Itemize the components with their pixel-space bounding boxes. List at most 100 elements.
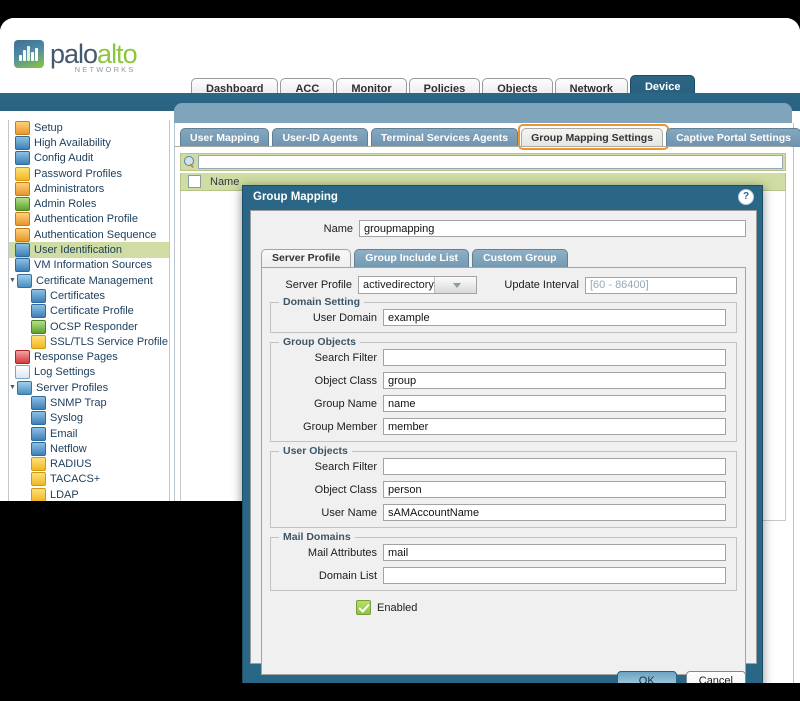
field-row: Mail Attributes [281,544,726,561]
sidebar-item-radius[interactable]: RADIUS [9,457,169,472]
inner-tab-terminal-services-agents[interactable]: Terminal Services Agents [370,128,519,147]
ok-button[interactable]: OK [616,670,677,683]
sidebar-item-response-pages[interactable]: Response Pages [9,349,169,365]
sidebar-item-ssl-tls-service-profile[interactable]: SSL/TLS Service Profile [9,334,169,349]
sidebar-item-label: Syslog [50,412,84,425]
user-identification-tabs[interactable]: User Mapping User-ID Agents Terminal Servi… [174,124,800,150]
device-sidebar-nav[interactable]: Setup High Availability Config Audit Passwo… [8,120,170,531]
certificate-management-icon [17,273,32,288]
field-input[interactable] [383,349,726,366]
update-interval-input[interactable] [585,276,737,294]
sidebar-item-label: Authentication Profile [34,213,138,226]
sidebar-item-tacacs-[interactable]: TACACS+ [9,472,169,487]
tacacs-icon [31,472,46,487]
mail-domains-legend: Mail Domains [279,531,355,543]
inner-tab-group-mapping-settings[interactable]: Group Mapping Settings [521,128,664,147]
sidebar-item-certificate-management[interactable]: ▼ Certificate Management [9,273,169,288]
sidebar-item-vm-information-sources[interactable]: VM Information Sources [9,258,169,273]
help-icon[interactable]: ? [738,189,754,205]
field-input[interactable] [383,458,726,475]
sidebar-item-password-profiles[interactable]: Password Profiles [9,166,169,181]
field-label: Domain List [318,569,377,582]
expander-triangle-icon[interactable]: ▼ [9,277,17,284]
field-input[interactable] [383,481,726,498]
inner-tab-user-mapping[interactable]: User Mapping [180,128,270,147]
sidebar-item-setup[interactable]: Setup [9,120,169,135]
inner-tab-user-id-agents[interactable]: User-ID Agents [272,128,368,147]
sidebar-item-snmp-trap[interactable]: SNMP Trap [9,395,169,410]
sidebar-item-label: Server Profiles [36,381,109,394]
field-input[interactable] [383,544,726,561]
sidebar-item-authentication-profile[interactable]: Authentication Profile [9,212,169,227]
config-audit-icon [15,151,30,166]
search-input[interactable] [198,155,783,169]
sidebar-item-label: Admin Roles [34,198,97,211]
search-bar[interactable] [180,153,786,171]
sidebar-item-label: Certificate Profile [50,305,134,318]
field-row: User Domain [281,309,726,326]
sidebar-item-label: User Identification [34,244,123,257]
logo-tagline: NETWORKS [74,64,136,74]
certificate-profile-icon [31,304,46,319]
field-row: Domain List [281,567,726,584]
dialog-tabs[interactable]: Server Profile Group Include List Custom G… [251,247,756,267]
sidebar-item-config-audit[interactable]: Config Audit [9,151,169,166]
server-profile-select[interactable]: activedirectory [358,276,477,294]
sidebar-item-high-availability[interactable]: High Availability [9,135,169,150]
sidebar-item-admin-roles[interactable]: Admin Roles [9,196,169,212]
search-icon[interactable] [183,155,196,169]
field-label: Search Filter [314,460,377,473]
dialog-tab-custom-group[interactable]: Custom Group [472,249,568,267]
user-identification-icon [15,243,30,258]
sidebar-item-label: High Availability [34,136,111,149]
server-profile-label: Server Profile [285,279,352,291]
group-objects-fields: Search Filter Object Class Group Name Group… [281,349,726,435]
name-input[interactable] [359,220,746,237]
field-input[interactable] [383,372,726,389]
sidebar-item-label: RADIUS [50,458,92,471]
server-profile-value: activedirectory [363,279,434,291]
domain-setting-legend: Domain Setting [279,296,365,308]
user-objects-fields: Search Filter Object Class User Name [281,458,726,521]
sidebar-item-label: Password Profiles [34,167,123,180]
dialog-tab-group-include-list[interactable]: Group Include List [354,249,470,267]
group-objects-group: Group Objects Search Filter Object Class G… [270,336,737,442]
inner-tab-captive-portal-settings[interactable]: Captive Portal Settings [666,128,800,147]
sidebar-item-label: Certificates [50,289,106,302]
field-input[interactable] [383,395,726,412]
enabled-checkbox[interactable] [356,600,371,615]
user-objects-legend: User Objects [279,445,352,457]
field-label: Object Class [314,483,377,496]
ocsp-responder-icon [31,319,46,334]
field-input[interactable] [383,418,726,435]
sidebar-item-syslog[interactable]: Syslog [9,411,169,426]
field-row: Object Class [281,372,726,389]
enabled-row[interactable]: Enabled [270,600,737,615]
name-field-row: Name [251,211,756,241]
sidebar-item-netflow[interactable]: Netflow [9,441,169,456]
select-all-checkbox[interactable] [188,175,201,188]
certificate-icon [31,288,46,303]
field-label: Group Member [303,420,377,433]
sidebar-item-ocsp-responder[interactable]: OCSP Responder [9,319,169,334]
field-input[interactable] [383,567,726,584]
sidebar-item-certificates[interactable]: Certificates [9,288,169,303]
sidebar-item-user-identification[interactable]: User Identification [9,242,169,258]
sidebar-item-log-settings[interactable]: Log Settings [9,365,169,380]
sidebar-item-authentication-sequence[interactable]: Authentication Sequence [9,227,169,242]
name-label: Name [323,222,353,235]
sidebar-item-server-profiles[interactable]: ▼ Server Profiles [9,380,169,395]
sidebar-item-administrators[interactable]: Administrators [9,181,169,196]
expander-triangle-icon[interactable]: ▼ [9,384,17,391]
ldap-icon [31,487,46,502]
app-header: paloalto NETWORKS Dashboard ACC Monitor Pol… [0,18,800,99]
field-input[interactable] [383,309,726,326]
field-input[interactable] [383,504,726,521]
cancel-button[interactable]: Cancel [685,670,746,683]
sidebar-item-email[interactable]: Email [9,426,169,441]
sidebar-item-label: SSL/TLS Service Profile [50,335,168,348]
chevron-down-icon[interactable] [433,277,476,293]
sidebar-item-label: Config Audit [34,152,94,165]
dialog-tab-server-profile[interactable]: Server Profile [261,249,352,267]
sidebar-item-certificate-profile[interactable]: Certificate Profile [9,304,169,319]
